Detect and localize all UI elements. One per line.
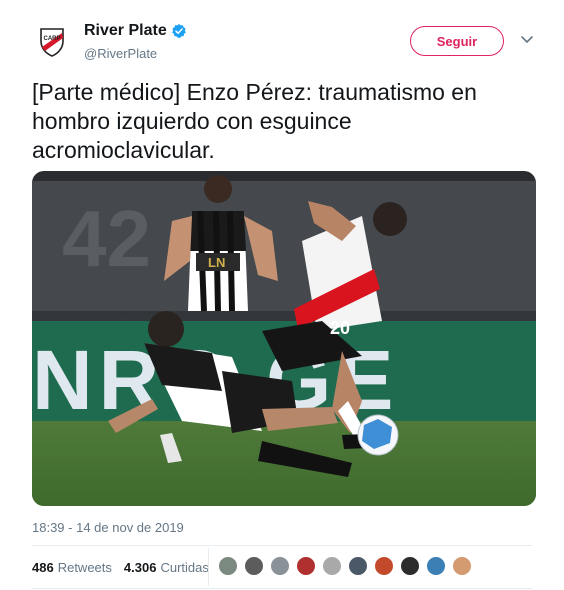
retweets-label[interactable]: Retweets: [58, 560, 112, 575]
verified-badge-icon: [171, 24, 186, 38]
svg-text:CARP: CARP: [43, 36, 60, 42]
shirt-number: 20: [330, 318, 350, 338]
likes-label[interactable]: Curtidas: [160, 560, 208, 575]
liker-avatars: [218, 556, 478, 576]
likes-count[interactable]: 4.306: [124, 560, 157, 575]
avatar[interactable]: CARP: [32, 22, 72, 62]
name-row: River Plate: [84, 22, 187, 40]
liker-avatar[interactable]: [296, 556, 316, 576]
tweet-photo[interactable]: 42 NRO GE LN 20: [32, 171, 536, 506]
stadium-sign: 42: [62, 194, 151, 283]
liker-avatar[interactable]: [270, 556, 290, 576]
jersey-sponsor: LN: [208, 255, 225, 270]
chevron-down-icon[interactable]: [520, 35, 534, 45]
liker-avatar[interactable]: [452, 556, 472, 576]
football-match-photo: 42 NRO GE LN 20: [32, 171, 536, 506]
liker-avatar[interactable]: [218, 556, 238, 576]
retweets-count[interactable]: 486: [32, 560, 54, 575]
divider: [32, 545, 532, 546]
liker-avatar[interactable]: [400, 556, 420, 576]
divider: [32, 588, 532, 589]
display-name[interactable]: River Plate: [84, 22, 167, 40]
liker-avatar[interactable]: [374, 556, 394, 576]
liker-avatar[interactable]: [322, 556, 342, 576]
liker-avatar[interactable]: [244, 556, 264, 576]
follow-button[interactable]: Seguir: [410, 26, 504, 56]
tweet-card: CARP River Plate @RiverPlate Seguir [Par…: [0, 0, 564, 590]
liker-avatar[interactable]: [348, 556, 368, 576]
liker-avatar[interactable]: [426, 556, 446, 576]
engagement-stats: 486 Retweets 4.306 Curtidas: [32, 560, 209, 575]
tweet-timestamp[interactable]: 18:39 - 14 de nov de 2019: [32, 520, 184, 535]
stats-separator: [208, 548, 209, 586]
river-plate-crest-icon: CARP: [40, 28, 64, 57]
tweet-text: [Parte médico] Enzo Pérez: traumatismo e…: [32, 79, 477, 163]
handle[interactable]: @RiverPlate: [84, 46, 157, 61]
football: [357, 414, 399, 456]
